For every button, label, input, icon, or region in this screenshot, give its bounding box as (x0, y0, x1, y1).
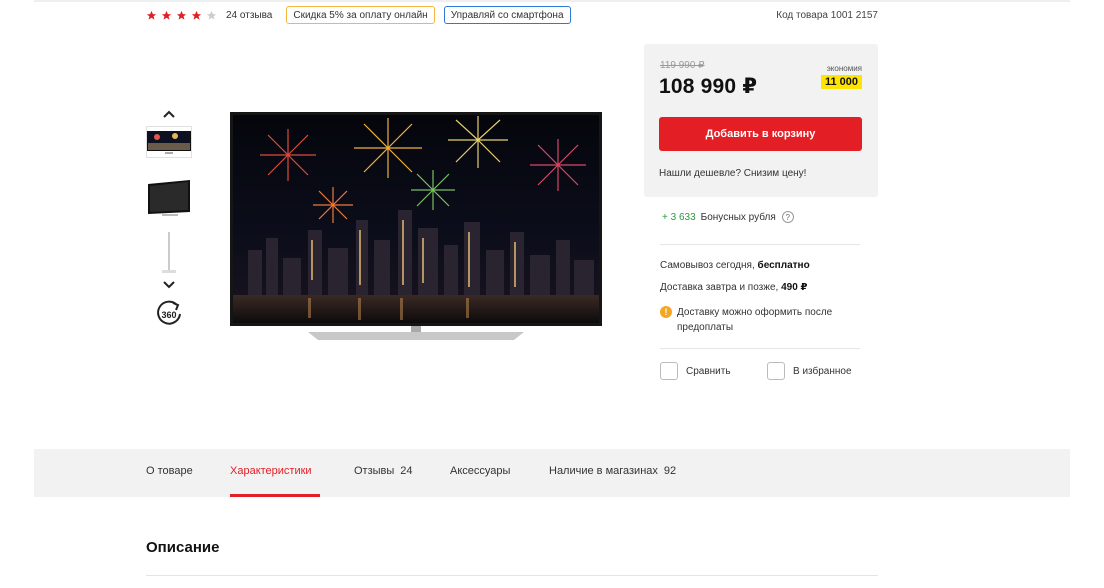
saving-value: 11 000 (820, 75, 862, 89)
smartphone-control-badge[interactable]: Управляй со смартфона (443, 6, 571, 24)
add-to-cart-button[interactable]: Добавить в корзину (659, 117, 862, 151)
favorite-label: В избранное (793, 365, 852, 377)
bonus-amount: + 3 633 (662, 211, 696, 223)
top-divider (34, 0, 1070, 2)
delivery-notice: ! Доставку можно оформить после предопла… (660, 305, 860, 335)
gallery-thumbnail[interactable] (146, 178, 192, 220)
favorite-checkbox-box[interactable] (767, 362, 785, 380)
current-price: 108 990 ₽ (659, 75, 758, 98)
found-cheaper-link[interactable]: Нашли дешевле? Снизим цену! (659, 168, 806, 179)
rotate-360-label: 360 (161, 310, 176, 320)
tab-about[interactable]: О товаре (146, 465, 193, 477)
divider (660, 348, 860, 349)
tab-reviews[interactable]: Отзывы 24 (354, 465, 413, 477)
tab-accessories[interactable]: Аксессуары (450, 465, 510, 477)
gallery-down-button[interactable] (160, 278, 178, 292)
compare-checkbox-box[interactable] (660, 362, 678, 380)
product-meta-row: 24 отзыва Скидка 5% за оплату онлайн Упр… (146, 6, 878, 24)
rotate-360-icon: 360 (157, 300, 181, 325)
pickup-label: Самовывоз сегодня, (660, 260, 758, 271)
courier-info: Доставка завтра и позже, 490 ₽ (660, 282, 808, 293)
star-filled-icon (161, 10, 172, 20)
pickup-value: бесплатно (757, 260, 810, 271)
description-heading: Описание (146, 539, 220, 556)
star-filled-icon (176, 10, 187, 20)
tab-count: 24 (400, 465, 413, 477)
tab-count: 92 (663, 465, 677, 477)
old-price: 119 990 ₽ (660, 60, 705, 71)
tab-label: О товаре (146, 465, 193, 477)
gallery-thumbnail[interactable] (146, 126, 192, 158)
tv-side-thumbnail (162, 232, 176, 273)
gallery-thumbnail[interactable] (146, 232, 192, 278)
favorite-checkbox[interactable]: В избранное (767, 362, 852, 380)
tab-store-availability[interactable]: Наличие в магазинах 92 (549, 465, 676, 477)
product-main-image[interactable] (228, 110, 604, 346)
chevron-up-icon (163, 110, 175, 118)
online-discount-badge[interactable]: Скидка 5% за оплату онлайн (286, 6, 435, 24)
tab-label: Аксессуары (450, 465, 511, 477)
tab-label: Характеристики (230, 465, 312, 477)
tv-angle-thumbnail (148, 180, 190, 216)
chevron-down-icon (163, 281, 175, 289)
product-code: Код товара 1001 2157 (776, 9, 878, 21)
compare-checkbox[interactable]: Сравнить (660, 362, 731, 380)
compare-label: Сравнить (686, 365, 731, 377)
divider (146, 575, 878, 576)
star-filled-icon (146, 10, 157, 20)
tab-label: Отзывы (354, 465, 395, 477)
active-tab-indicator (230, 494, 320, 497)
product-tabs: О товаре Характеристики Отзывы 24 Аксессу… (34, 449, 1070, 497)
star-filled-icon (191, 10, 202, 20)
help-icon[interactable]: ? (781, 211, 794, 223)
bonus-label: Бонусных рубля (700, 211, 776, 223)
star-empty-icon (206, 10, 217, 20)
divider (660, 244, 860, 245)
tab-specifications[interactable]: Характеристики (230, 465, 312, 477)
tv-front-thumbnail (147, 131, 191, 154)
courier-value: 490 ₽ (781, 282, 808, 293)
delivery-notice-text: Доставку можно оформить после предоплаты (677, 307, 833, 333)
price-box: 119 990 ₽ 108 990 ₽ экономия 11 000 Доба… (644, 44, 878, 197)
tv-fireworks-image (230, 112, 602, 340)
tab-label: Наличие в магазинах (549, 465, 658, 477)
warning-icon: ! (660, 306, 672, 318)
saving-label: экономия (826, 64, 862, 73)
gallery-up-button[interactable] (160, 107, 178, 121)
bonus-info: + 3 633 Бонусных рубля ? (662, 211, 794, 223)
rating-stars[interactable] (146, 10, 217, 21)
reviews-link[interactable]: 24 отзыва (226, 10, 272, 21)
pickup-info: Самовывоз сегодня, бесплатно (660, 260, 810, 271)
courier-label: Доставка завтра и позже, (660, 282, 782, 293)
rotate-360-button[interactable]: 360 (155, 300, 183, 328)
